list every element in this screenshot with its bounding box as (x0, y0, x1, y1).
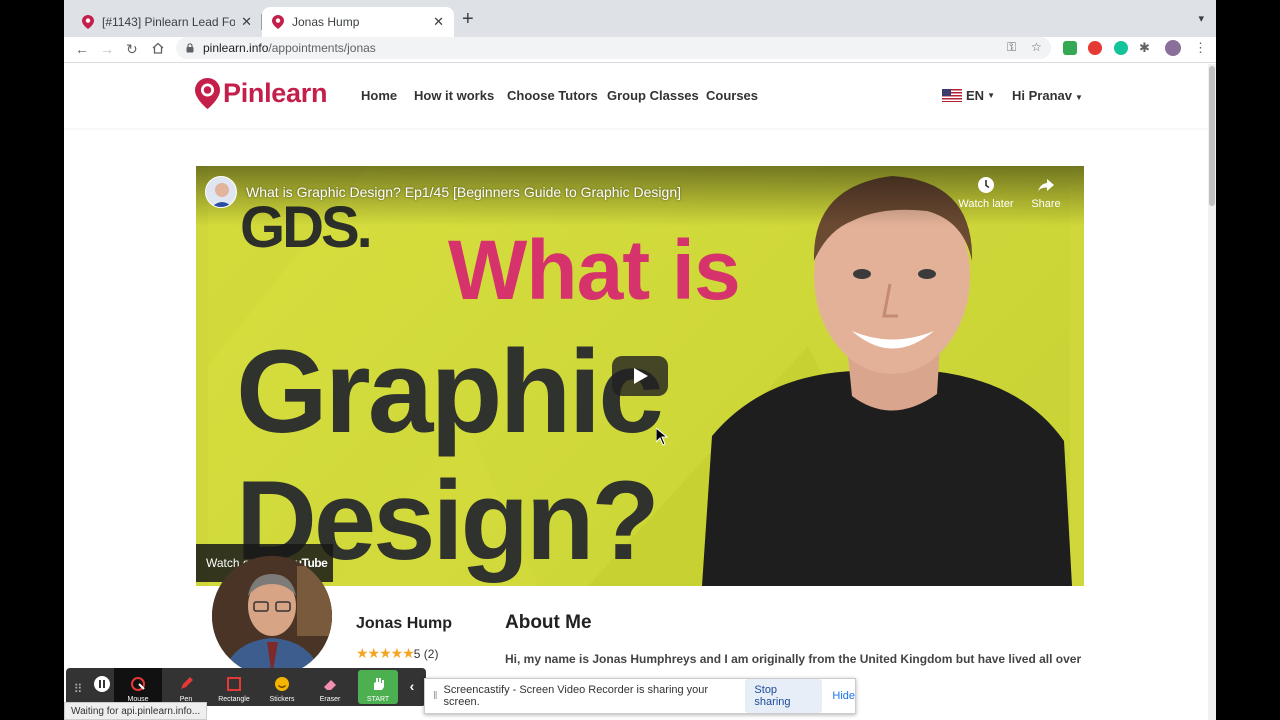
tab-jonas-hump[interactable]: Jonas Hump ✕ (262, 7, 454, 37)
rating-text: 5 (2) (413, 646, 439, 661)
reload-icon[interactable]: ↻ (126, 40, 138, 58)
tutor-photo (212, 556, 332, 676)
logo-text: Pinlearn (223, 78, 328, 108)
pause-icon (94, 676, 110, 692)
share-label: Share (1031, 198, 1061, 210)
browser-window: [#1143] Pinlearn Lead Form - [ ✕ Jonas H… (64, 0, 1216, 720)
browser-toolbar: ← → ↻ pinlearn.info/appointments/jonas ⚿… (64, 37, 1216, 63)
tab-title: [#1143] Pinlearn Lead Form - [ (102, 15, 236, 29)
stop-sharing-button[interactable]: Stop sharing (745, 679, 823, 713)
screen-sharing-banner: ‖ Screencastify - Screen Video Recorder … (424, 678, 856, 714)
nav-how-it-works[interactable]: How it works (414, 88, 494, 103)
about-text: Hi, my name is Jonas Humphreys and I am … (505, 652, 1082, 666)
grammarly-extension-icon[interactable] (1114, 41, 1128, 55)
nav-choose-tutors[interactable]: Choose Tutors (507, 88, 598, 103)
stickers-tool-label: Stickers (269, 696, 295, 703)
profile-avatar-icon[interactable] (1165, 40, 1181, 56)
share-button[interactable]: Share (1028, 176, 1064, 210)
about-heading: About Me (505, 612, 592, 633)
tab-strip: [#1143] Pinlearn Lead Form - [ ✕ Jonas H… (64, 0, 1216, 37)
watch-later-label: Watch later (958, 198, 1014, 210)
rectangle-tool-label: Rectangle (218, 696, 250, 703)
pinlearn-favicon-icon (82, 15, 94, 29)
hide-button[interactable]: Hide (832, 690, 855, 702)
drag-handle-icon[interactable]: ⠿ (66, 668, 90, 706)
site-logo[interactable]: Pinlearn (195, 78, 327, 109)
scrollbar-thumb[interactable] (1209, 66, 1215, 206)
play-button[interactable] (612, 356, 668, 396)
address-bar[interactable]: pinlearn.info/appointments/jonas (176, 37, 1051, 59)
bookmark-star-icon[interactable]: ☆ (1031, 40, 1042, 54)
eraser-tool-label: Eraser (319, 696, 341, 703)
mouse-icon (131, 677, 145, 691)
url-domain: pinlearn.info (203, 41, 269, 55)
us-flag-icon (942, 89, 962, 102)
pin-logo-icon (195, 78, 220, 109)
close-tab-icon[interactable]: ✕ (433, 14, 444, 30)
new-tab-icon[interactable]: + (462, 9, 474, 29)
back-arrow-icon[interactable]: ← (75, 40, 89, 58)
language-label: EN (966, 88, 985, 103)
screencastify-extension-icon[interactable] (1088, 41, 1102, 55)
tutor-name: Jonas Hump (356, 615, 453, 632)
sharing-message: Screencastify - Screen Video Recorder is… (443, 684, 709, 708)
start-button[interactable]: START (358, 670, 398, 704)
close-tab-icon[interactable]: ✕ (241, 14, 252, 30)
hand-icon (374, 678, 384, 690)
forward-arrow-icon[interactable]: → (100, 40, 114, 58)
collapse-chevron-icon[interactable]: ‹ (402, 668, 422, 706)
share-arrow-icon (1038, 179, 1054, 192)
sticker-smiley-icon (275, 677, 289, 691)
status-bar: Waiting for api.pinlearn.info... (64, 702, 208, 720)
shield-extension-icon[interactable] (1063, 41, 1077, 55)
pen-tool[interactable]: Pen (162, 668, 210, 706)
url-text: pinlearn.info/appointments/jonas (203, 41, 376, 55)
home-icon[interactable] (152, 42, 164, 54)
tab-lead-form[interactable]: [#1143] Pinlearn Lead Form - [ ✕ (72, 7, 262, 37)
rectangle-tool[interactable]: Rectangle (210, 668, 258, 706)
mouse-cursor-icon (656, 428, 668, 446)
lock-icon[interactable] (186, 43, 194, 53)
pen-icon (181, 677, 193, 689)
tab-title: Jonas Hump (292, 15, 360, 29)
channel-avatar[interactable] (205, 176, 237, 208)
clock-icon (978, 177, 994, 193)
extensions-puzzle-icon[interactable]: ✱ (1139, 40, 1150, 56)
watch-later-button[interactable]: Watch later (956, 176, 1016, 210)
eraser-icon (324, 680, 336, 690)
video-title[interactable]: What is Graphic Design? Ep1/45 [Beginner… (246, 184, 681, 200)
caret-down-icon: ▼ (1074, 93, 1083, 102)
caret-down-icon: ▼ (987, 91, 995, 100)
tab-search-chevron-icon[interactable]: ▾ (1198, 12, 1204, 25)
thumbnail-text-graphic: Graphic (236, 326, 664, 458)
tutor-rating: ★★★★★ 5 (2) (356, 645, 438, 662)
nav-group-classes[interactable]: Group Classes (607, 88, 699, 103)
user-greeting: Hi Pranav (1012, 88, 1072, 103)
screencastify-toolbar: ⠿ Mouse Pen Rectangle Stickers Eraser ST… (66, 668, 426, 706)
nav-home[interactable]: Home (361, 88, 397, 103)
pinlearn-favicon-icon (272, 15, 284, 29)
rating-stars-icon: ★★★★★ (356, 645, 415, 661)
pause-button[interactable] (90, 668, 114, 706)
site-header: Pinlearn Home How it works Choose Tutors… (64, 64, 1216, 128)
thumbnail-text-what-is: What is (448, 223, 741, 317)
eraser-tool[interactable]: Eraser (306, 668, 354, 706)
mouse-tool[interactable]: Mouse (114, 668, 162, 706)
language-dropdown[interactable]: EN ▼ (942, 88, 995, 103)
more-menu-icon[interactable]: ⋮ (1194, 40, 1207, 56)
nav-courses[interactable]: Courses (706, 88, 758, 103)
presenter-image (702, 176, 1072, 586)
tutor-avatar (212, 556, 332, 676)
key-icon[interactable]: ⚿ (1007, 40, 1016, 55)
user-menu-dropdown[interactable]: Hi Pranav ▼ (1012, 88, 1083, 103)
rectangle-icon (227, 677, 241, 691)
start-label: START (366, 696, 390, 703)
youtube-video-embed[interactable]: GDS. What is Graphic Design? What is Gra… (196, 166, 1084, 586)
drag-grip-icon[interactable]: ‖ (433, 690, 438, 702)
url-path: /appointments/jonas (268, 41, 376, 55)
page-scrollbar[interactable] (1208, 64, 1216, 720)
stickers-tool[interactable]: Stickers (258, 668, 306, 706)
